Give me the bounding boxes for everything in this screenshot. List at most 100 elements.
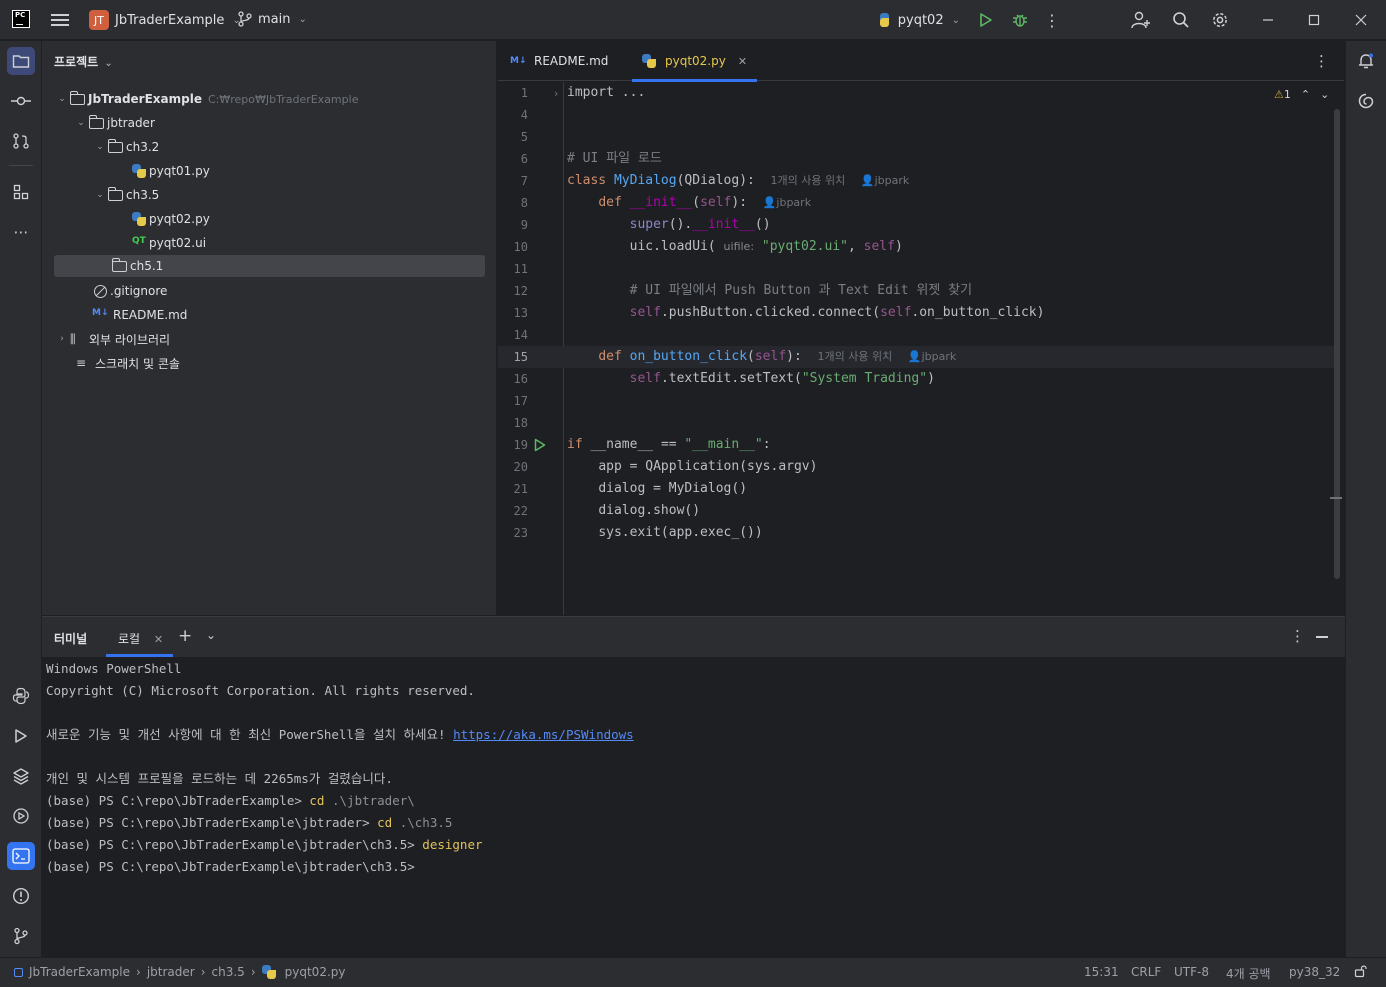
- code-line-20[interactable]: app = QApplication(sys.argv): [567, 456, 817, 478]
- code-line-21[interactable]: dialog = MyDialog(): [567, 478, 747, 500]
- code-line-15[interactable]: def on_button_click(self): 1개의 사용 위치 👤jb…: [567, 346, 956, 368]
- close-tab-icon[interactable]: ✕: [738, 55, 747, 68]
- tree-item-gitignore[interactable]: .gitignore: [54, 280, 485, 302]
- chevron-down-icon[interactable]: ⌄: [92, 190, 108, 200]
- chevron-down-icon[interactable]: ⌄: [54, 94, 70, 104]
- code-with-me-button[interactable]: [1128, 8, 1154, 32]
- code-line-19[interactable]: if __name__ == "__main__":: [567, 434, 771, 456]
- line-number[interactable]: 1: [498, 82, 528, 104]
- tree-item-external-libraries[interactable]: › ⫼ 외부 라이브러리: [54, 328, 485, 350]
- breadcrumb-item[interactable]: ch3.5: [212, 965, 245, 979]
- warning-indicator[interactable]: ⚠1: [1274, 88, 1291, 101]
- code-line-7[interactable]: class MyDialog(QDialog): 1개의 사용 위치 👤jbpa…: [567, 170, 909, 192]
- project-view-selector[interactable]: 프로젝트 ⌄: [54, 53, 113, 70]
- commit-tool-button[interactable]: [7, 87, 35, 115]
- structure-tool-button[interactable]: [7, 178, 35, 206]
- tree-item-readme[interactable]: M↓ README.md: [54, 304, 485, 326]
- line-number[interactable]: 9: [498, 214, 528, 236]
- terminal-options-dropdown[interactable]: ⌄: [206, 628, 216, 642]
- main-menu-icon[interactable]: [51, 12, 69, 28]
- python-packages-tool-button[interactable]: [7, 682, 35, 710]
- more-actions-button[interactable]: ⋮: [1040, 8, 1064, 32]
- line-number[interactable]: 13: [498, 302, 528, 324]
- code-line-8[interactable]: def __init__(self): 👤jbpark: [567, 192, 811, 214]
- editor-tabs-menu-button[interactable]: ⋮: [1314, 41, 1329, 81]
- line-number[interactable]: 21: [498, 478, 528, 500]
- settings-button[interactable]: [1207, 8, 1233, 32]
- minimize-window-button[interactable]: [1256, 8, 1280, 32]
- line-number[interactable]: 7: [498, 170, 528, 192]
- code-line-23[interactable]: sys.exit(app.exec_()): [567, 522, 762, 544]
- tree-item-ch3-5[interactable]: ⌄ ch3.5: [54, 184, 485, 206]
- chevron-down-icon[interactable]: ⌄: [92, 142, 108, 152]
- chevron-right-icon[interactable]: ›: [54, 334, 70, 344]
- ai-assistant-tool-button[interactable]: [1352, 87, 1380, 115]
- run-tool-button[interactable]: [7, 722, 35, 750]
- code-line-6[interactable]: # UI 파일 로드: [567, 148, 662, 170]
- python-interpreter[interactable]: py38_32: [1289, 965, 1340, 979]
- git-tool-button[interactable]: [7, 922, 35, 950]
- tree-item-scratches[interactable]: ≡ 스크래치 및 콘솔: [54, 352, 485, 374]
- terminal-tool-button[interactable]: [7, 842, 35, 870]
- line-number[interactable]: 6: [498, 148, 528, 170]
- chevron-down-icon[interactable]: ⌄: [73, 118, 89, 128]
- tree-item-pyqt02-ui[interactable]: QT pyqt02.ui: [54, 232, 485, 254]
- new-terminal-tab-button[interactable]: +: [178, 626, 192, 646]
- caret-position[interactable]: 15:31: [1084, 965, 1119, 979]
- author-hint[interactable]: 👤jbpark: [908, 350, 956, 363]
- line-number[interactable]: 14: [498, 324, 528, 346]
- line-number[interactable]: 20: [498, 456, 528, 478]
- powershell-link[interactable]: https://aka.ms/PSWindows: [453, 727, 634, 742]
- code-line-16[interactable]: self.textEdit.setText("System Trading"): [567, 368, 935, 390]
- next-highlight-icon[interactable]: ⌄: [1320, 88, 1329, 101]
- terminal-more-button[interactable]: ⋮: [1290, 627, 1305, 645]
- file-encoding[interactable]: UTF-8: [1174, 965, 1209, 979]
- breadcrumb-item[interactable]: jbtrader: [147, 965, 195, 979]
- project-switcher[interactable]: JT JbTraderExample ⌄: [89, 10, 241, 30]
- line-number[interactable]: 23: [498, 522, 528, 544]
- terminal-prompt-line[interactable]: (base) PS C:\repo\JbTraderExample\jbtrad…: [46, 856, 415, 878]
- editor-vertical-scrollbar[interactable]: [1334, 109, 1340, 579]
- pull-requests-tool-button[interactable]: [7, 127, 35, 155]
- pycharm-logo-icon[interactable]: PC: [12, 10, 30, 28]
- usage-hint[interactable]: 1개의 사용 위치: [817, 350, 892, 363]
- tab-pyqt02[interactable]: pyqt02.py ✕: [632, 41, 758, 82]
- tab-readme[interactable]: M↓ README.md: [510, 41, 608, 81]
- usage-hint[interactable]: 1개의 사용 위치: [771, 174, 846, 187]
- project-tool-button[interactable]: [7, 47, 35, 75]
- breadcrumb-item[interactable]: JbTraderExample: [29, 965, 130, 979]
- line-number[interactable]: 22: [498, 500, 528, 522]
- line-number[interactable]: 15: [498, 346, 528, 368]
- fold-expand-icon[interactable]: ›: [554, 87, 558, 100]
- terminal-tab-local[interactable]: 로컬 ✕: [118, 630, 163, 647]
- tree-item-jbtrader[interactable]: ⌄ jbtrader: [54, 112, 485, 134]
- line-number[interactable]: 19: [498, 434, 528, 456]
- code-line-22[interactable]: dialog.show(): [567, 500, 700, 522]
- code-line-13[interactable]: self.pushButton.clicked.connect(self.on_…: [567, 302, 1045, 324]
- tree-item-root[interactable]: ⌄ JbTraderExample C:₩repo₩JbTraderExampl…: [54, 88, 485, 110]
- tree-item-pyqt01[interactable]: pyqt01.py: [54, 160, 485, 182]
- tree-item-ch3-2[interactable]: ⌄ ch3.2: [54, 136, 485, 158]
- readonly-toggle[interactable]: [1354, 964, 1368, 981]
- layers-tool-button[interactable]: [7, 762, 35, 790]
- more-tool-windows-button[interactable]: ⋯: [7, 218, 35, 246]
- notifications-tool-button[interactable]: [1352, 47, 1380, 75]
- line-number[interactable]: 11: [498, 258, 528, 280]
- run-config-selector[interactable]: pyqt02 ⌄: [879, 8, 960, 32]
- line-number[interactable]: 18: [498, 412, 528, 434]
- code-line-1[interactable]: import ...: [567, 82, 645, 104]
- code-line-10[interactable]: uic.loadUi( uifile: "pyqt02.ui", self): [567, 236, 903, 258]
- run-button[interactable]: [974, 8, 998, 32]
- run-gutter-button[interactable]: [534, 438, 546, 455]
- close-tab-icon[interactable]: ✕: [154, 633, 163, 646]
- author-hint[interactable]: 👤jbpark: [763, 196, 811, 209]
- tree-item-ch5-1[interactable]: ch5.1: [54, 255, 485, 277]
- author-hint[interactable]: 👤jbpark: [861, 174, 909, 187]
- problems-tool-button[interactable]: [7, 882, 35, 910]
- breadcrumb-item[interactable]: pyqt02.py: [285, 965, 346, 979]
- line-number[interactable]: 17: [498, 390, 528, 412]
- code-line-9[interactable]: super().__init__(): [567, 214, 771, 236]
- debug-button[interactable]: [1008, 8, 1032, 32]
- services-tool-button[interactable]: [7, 802, 35, 830]
- line-number[interactable]: 16: [498, 368, 528, 390]
